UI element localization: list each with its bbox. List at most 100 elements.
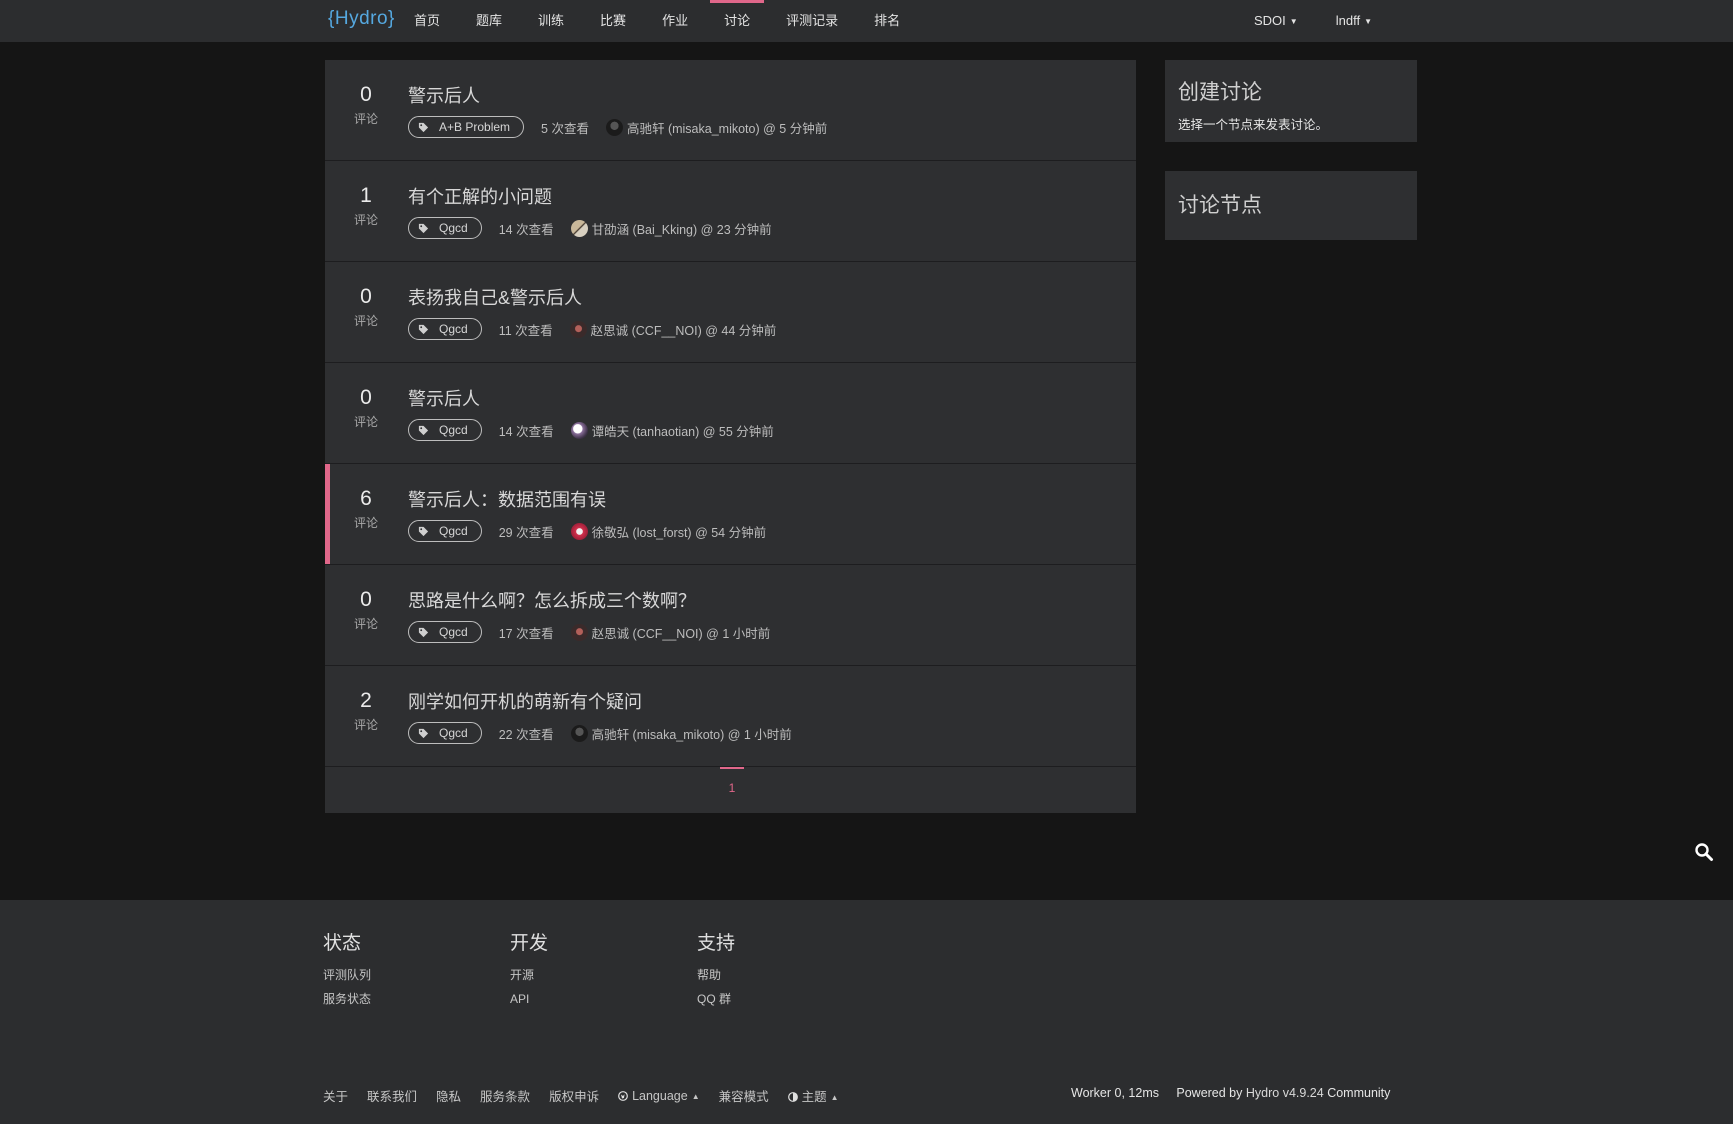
footer-link-judge-queue[interactable]: 评测队列 bbox=[323, 963, 371, 987]
footer-link-api[interactable]: API bbox=[510, 987, 548, 1011]
author-and-time[interactable]: 徐敬弘 (lost_forst) @ 54 分钟前 bbox=[592, 522, 767, 541]
author-and-time[interactable]: 甘劭涵 (Bai_Kking) @ 23 分钟前 bbox=[592, 219, 772, 238]
domain-label: SDOI bbox=[1254, 13, 1286, 28]
footer-link-help[interactable]: 帮助 bbox=[697, 963, 735, 987]
footer-link-copyright[interactable]: 版权申诉 bbox=[549, 1086, 599, 1105]
footer-col-status: 状态 评测队列 服务状态 bbox=[323, 928, 371, 1011]
hydro-logo[interactable]: {Hydro} bbox=[328, 8, 395, 30]
footer-link-about[interactable]: 关于 bbox=[323, 1086, 348, 1105]
page-number-current[interactable]: 1 bbox=[720, 767, 744, 795]
create-discussion-title: 创建讨论 bbox=[1178, 81, 1262, 104]
user-avatar[interactable] bbox=[570, 623, 588, 641]
comment-count-label: 评论 bbox=[353, 718, 378, 732]
user-dropdown[interactable]: lndff ▼ bbox=[1336, 0, 1372, 42]
footer-link-privacy[interactable]: 隐私 bbox=[436, 1086, 461, 1105]
discussion-item: 0 评论 警示后人 Qgcd 14 次查看 谭皓天 (tanhaotian) @… bbox=[325, 363, 1136, 464]
comment-count-label: 评论 bbox=[353, 314, 378, 328]
node-tag-label: Qgcd bbox=[439, 625, 468, 639]
nav-right: SDOI ▼ lndff ▼ bbox=[1254, 0, 1410, 42]
discussion-meta: Qgcd 14 次查看 谭皓天 (tanhaotian) @ 55 分钟前 bbox=[408, 419, 774, 441]
footer-col-dev: 开发 开源 API bbox=[510, 928, 548, 1011]
view-count: 11 次查看 bbox=[498, 323, 553, 338]
footer-link-qq-group[interactable]: QQ 群 bbox=[697, 987, 735, 1011]
user-avatar[interactable] bbox=[570, 219, 588, 237]
discussion-item: 1 评论 有个正解的小问题 Qgcd 14 次查看 甘劭涵 (Bai_Kking… bbox=[325, 161, 1136, 262]
comment-count-label: 评论 bbox=[353, 112, 378, 126]
user-avatar[interactable] bbox=[570, 724, 588, 742]
nav-item-problems[interactable]: 题库 bbox=[458, 0, 520, 42]
discussion-title[interactable]: 警示后人：数据范围有误 bbox=[408, 486, 606, 512]
node-tag-label: Qgcd bbox=[439, 524, 468, 538]
node-tag[interactable]: Qgcd bbox=[408, 520, 482, 542]
discussion-nodes-title: 讨论节点 bbox=[1178, 194, 1262, 217]
node-tag[interactable]: A+B Problem bbox=[408, 116, 525, 138]
view-count: 22 次查看 bbox=[498, 727, 554, 742]
main-menu: 首页 题库 训练 比赛 作业 讨论 评测记录 排名 bbox=[396, 0, 918, 42]
node-tag-label: Qgcd bbox=[439, 423, 468, 437]
comment-count-number: 0 bbox=[360, 588, 372, 611]
language-selector[interactable]: Language ▲ bbox=[618, 1089, 700, 1103]
author-and-time[interactable]: 赵思诚 (CCF__NOI) @ 44 分钟前 bbox=[591, 320, 777, 339]
powered-by-suffix: Community bbox=[1327, 1086, 1391, 1100]
discussion-title[interactable]: 刚学如何开机的萌新有个疑问 bbox=[408, 688, 642, 714]
nav-item-training[interactable]: 训练 bbox=[520, 0, 582, 42]
tag-icon bbox=[418, 324, 429, 334]
theme-icon bbox=[787, 1092, 798, 1102]
user-avatar[interactable] bbox=[569, 320, 587, 338]
discussion-title[interactable]: 有个正解的小问题 bbox=[408, 183, 552, 209]
node-tag[interactable]: Qgcd bbox=[408, 419, 482, 441]
discussion-meta: Qgcd 29 次查看 徐敬弘 (lost_forst) @ 54 分钟前 bbox=[408, 520, 766, 542]
tag-icon bbox=[418, 425, 429, 435]
discussion-title[interactable]: 警示后人 bbox=[408, 82, 480, 108]
domain-dropdown[interactable]: SDOI ▼ bbox=[1254, 0, 1298, 42]
comment-count: 1 评论 bbox=[325, 183, 407, 228]
author-and-time[interactable]: 谭皓天 (tanhaotian) @ 55 分钟前 bbox=[592, 421, 774, 440]
nav-item-home[interactable]: 首页 bbox=[396, 0, 458, 42]
node-tag-label: Qgcd bbox=[439, 221, 468, 235]
discussion-list: 0 评论 警示后人 A+B Problem 5 次查看 高驰轩 (misaka_… bbox=[325, 60, 1136, 813]
footer-col-title: 开发 bbox=[510, 933, 549, 954]
tag-icon bbox=[418, 122, 429, 132]
discussion-title[interactable]: 警示后人 bbox=[408, 385, 480, 411]
user-avatar[interactable] bbox=[570, 522, 588, 540]
comment-count: 0 评论 bbox=[325, 82, 407, 127]
nav-item-contest[interactable]: 比赛 bbox=[582, 0, 644, 42]
footer-col-title: 状态 bbox=[323, 933, 362, 954]
footer-link-terms[interactable]: 服务条款 bbox=[480, 1086, 530, 1105]
node-tag[interactable]: Qgcd bbox=[408, 621, 482, 643]
user-avatar[interactable] bbox=[570, 421, 588, 439]
chevron-down-icon: ▼ bbox=[1364, 17, 1372, 26]
footer: 状态 评测队列 服务状态 开发 开源 API 支持 帮助 QQ 群 关于 联系我… bbox=[0, 900, 1733, 1124]
comment-count-label: 评论 bbox=[353, 617, 378, 631]
discussion-item-highlighted: 6 评论 警示后人：数据范围有误 Qgcd 29 次查看 徐敬弘 (lost_f… bbox=[325, 464, 1136, 565]
theme-selector[interactable]: 主题 ▲ bbox=[787, 1086, 839, 1105]
comment-count: 0 评论 bbox=[325, 385, 407, 430]
footer-link-open-source[interactable]: 开源 bbox=[510, 963, 548, 987]
footer-link-contact[interactable]: 联系我们 bbox=[367, 1086, 417, 1105]
view-count: 14 次查看 bbox=[498, 424, 554, 439]
comment-count-number: 0 bbox=[360, 285, 372, 308]
nav-item-homework[interactable]: 作业 bbox=[644, 0, 706, 42]
node-tag[interactable]: Qgcd bbox=[408, 217, 482, 239]
node-tag[interactable]: Qgcd bbox=[408, 318, 482, 340]
node-tag[interactable]: Qgcd bbox=[408, 722, 482, 744]
comment-count-number: 0 bbox=[360, 386, 372, 409]
footer-col-support: 支持 帮助 QQ 群 bbox=[697, 928, 735, 1011]
nav-item-ranking[interactable]: 排名 bbox=[856, 0, 918, 42]
author-and-time[interactable]: 赵思诚 (CCF__NOI) @ 1 小时前 bbox=[592, 623, 771, 642]
pagination: 1 bbox=[325, 767, 1136, 808]
footer-link-compat-mode[interactable]: 兼容模式 bbox=[719, 1086, 769, 1105]
nav-item-records[interactable]: 评测记录 bbox=[768, 0, 856, 42]
comment-count-label: 评论 bbox=[353, 213, 378, 227]
tag-icon bbox=[418, 627, 429, 637]
discussion-title[interactable]: 表扬我自己&警示后人 bbox=[408, 284, 582, 310]
author-and-time[interactable]: 高驰轩 (misaka_mikoto) @ 5 分钟前 bbox=[627, 118, 827, 137]
author-and-time[interactable]: 高驰轩 (misaka_mikoto) @ 1 小时前 bbox=[592, 724, 792, 743]
view-count: 17 次查看 bbox=[498, 626, 554, 641]
search-icon[interactable] bbox=[1693, 841, 1715, 863]
footer-link-service-status[interactable]: 服务状态 bbox=[323, 987, 371, 1011]
hydro-version-link[interactable]: Hydro v4.9.24 bbox=[1246, 1086, 1324, 1100]
discussion-title[interactable]: 思路是什么啊？怎么拆成三个数啊？ bbox=[408, 587, 696, 613]
user-avatar[interactable] bbox=[605, 118, 623, 136]
nav-item-discussion[interactable]: 讨论 bbox=[706, 0, 768, 42]
